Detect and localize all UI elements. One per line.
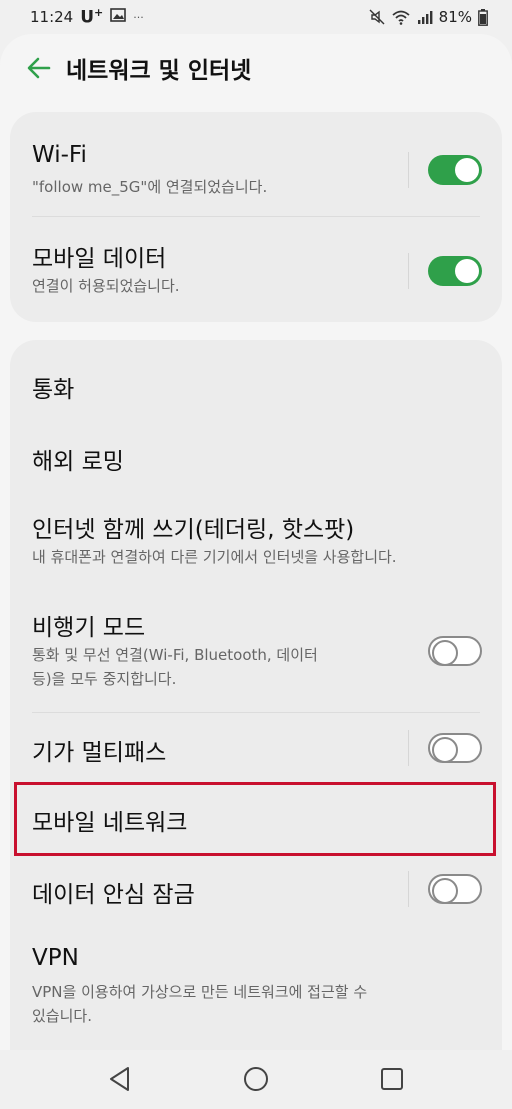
data-lock-title: 데이터 안심 잠금 (32, 882, 195, 908)
vpn-subtitle-1: VPN을 이용하여 가상으로 만든 네트워크에 접근할 수 (32, 983, 368, 1001)
giga-multipath-toggle[interactable] (428, 733, 482, 763)
settings-content[interactable]: Wi-Fi "follow me_5G"에 연결되었습니다. 모바일 데이터 연… (0, 102, 512, 1050)
separator (408, 253, 409, 289)
airplane-mode-title: 비행기 모드 (32, 615, 146, 641)
data-lock-toggle[interactable] (428, 874, 482, 904)
giga-multipath-title: 기가 멀티패스 (32, 740, 167, 766)
navigation-bar (0, 1050, 512, 1109)
page-title: 네트워크 및 인터넷 (66, 58, 252, 84)
vpn-subtitle-2: 있습니다. (32, 1007, 92, 1025)
mobile-data-toggle[interactable] (428, 256, 482, 286)
tethering-title: 인터넷 함께 쓰기(테더링, 핫스팟) (32, 517, 355, 543)
nav-recent-button[interactable] (375, 1062, 409, 1096)
carrier-label: U+ (80, 6, 104, 28)
signal-icon (417, 10, 433, 24)
separator (408, 871, 409, 907)
connectivity-card: Wi-Fi "follow me_5G"에 연결되었습니다. 모바일 데이터 연… (10, 112, 502, 322)
mobile-data-row[interactable]: 모바일 데이터 연결이 허용되었습니다. (10, 217, 502, 322)
battery-percent: 81% (438, 8, 472, 26)
back-button[interactable] (24, 53, 54, 83)
mobile-data-subtitle: 연결이 허용되었습니다. (32, 277, 180, 295)
square-recent-icon (381, 1068, 403, 1090)
roaming-row[interactable]: 해외 로밍 (10, 420, 502, 492)
highlight-box (14, 782, 496, 856)
battery-icon (478, 8, 488, 26)
separator (408, 730, 409, 766)
image-notification-icon (110, 8, 127, 26)
triangle-back-icon (110, 1067, 129, 1091)
calls-row[interactable]: 통화 (10, 340, 502, 420)
separator (408, 152, 409, 188)
tethering-row[interactable]: 인터넷 함께 쓰기(테더링, 핫스팟) 내 휴대폰과 연결하여 다른 기기에서 … (10, 492, 502, 592)
wifi-icon (391, 9, 411, 25)
wifi-row[interactable]: Wi-Fi "follow me_5G"에 연결되었습니다. (10, 112, 502, 216)
nav-home-button[interactable] (239, 1062, 273, 1096)
nav-back-button[interactable] (103, 1062, 137, 1096)
roaming-title: 해외 로밍 (32, 449, 124, 475)
mobile-data-title: 모바일 데이터 (32, 246, 167, 272)
more-notifications: ··· (133, 10, 144, 24)
vpn-title: VPN (32, 945, 79, 971)
status-time: 11:24 (30, 8, 74, 26)
airplane-mode-toggle[interactable] (428, 636, 482, 666)
airplane-mode-subtitle-2: 등)을 모두 중지합니다. (32, 670, 177, 688)
wifi-subtitle: "follow me_5G"에 연결되었습니다. (32, 178, 268, 196)
tethering-subtitle: 내 휴대폰과 연결하여 다른 기기에서 인터넷을 사용합니다. (32, 548, 397, 566)
app-header: 네트워크 및 인터넷 (0, 34, 512, 102)
settings-card: 통화 해외 로밍 인터넷 함께 쓰기(테더링, 핫스팟) 내 휴대폰과 연결하여… (10, 340, 502, 1050)
status-bar: 11:24 U+ ··· 81% (0, 0, 512, 34)
data-lock-row[interactable]: 데이터 안심 잠금 (10, 853, 502, 925)
circle-home-icon (244, 1067, 268, 1091)
giga-multipath-row[interactable]: 기가 멀티패스 (10, 713, 502, 783)
arrow-left-icon (27, 57, 51, 79)
airplane-mode-row[interactable]: 비행기 모드 통화 및 무선 연결(Wi-Fi, Bluetooth, 데이터 … (10, 592, 502, 712)
vpn-row[interactable]: VPN VPN을 이용하여 가상으로 만든 네트워크에 접근할 수 있습니다. (10, 925, 502, 1035)
mute-icon (369, 9, 385, 25)
airplane-mode-subtitle-1: 통화 및 무선 연결(Wi-Fi, Bluetooth, 데이터 (32, 646, 318, 664)
wifi-toggle[interactable] (428, 155, 482, 185)
calls-title: 통화 (32, 377, 75, 403)
wifi-title: Wi-Fi (32, 142, 87, 168)
